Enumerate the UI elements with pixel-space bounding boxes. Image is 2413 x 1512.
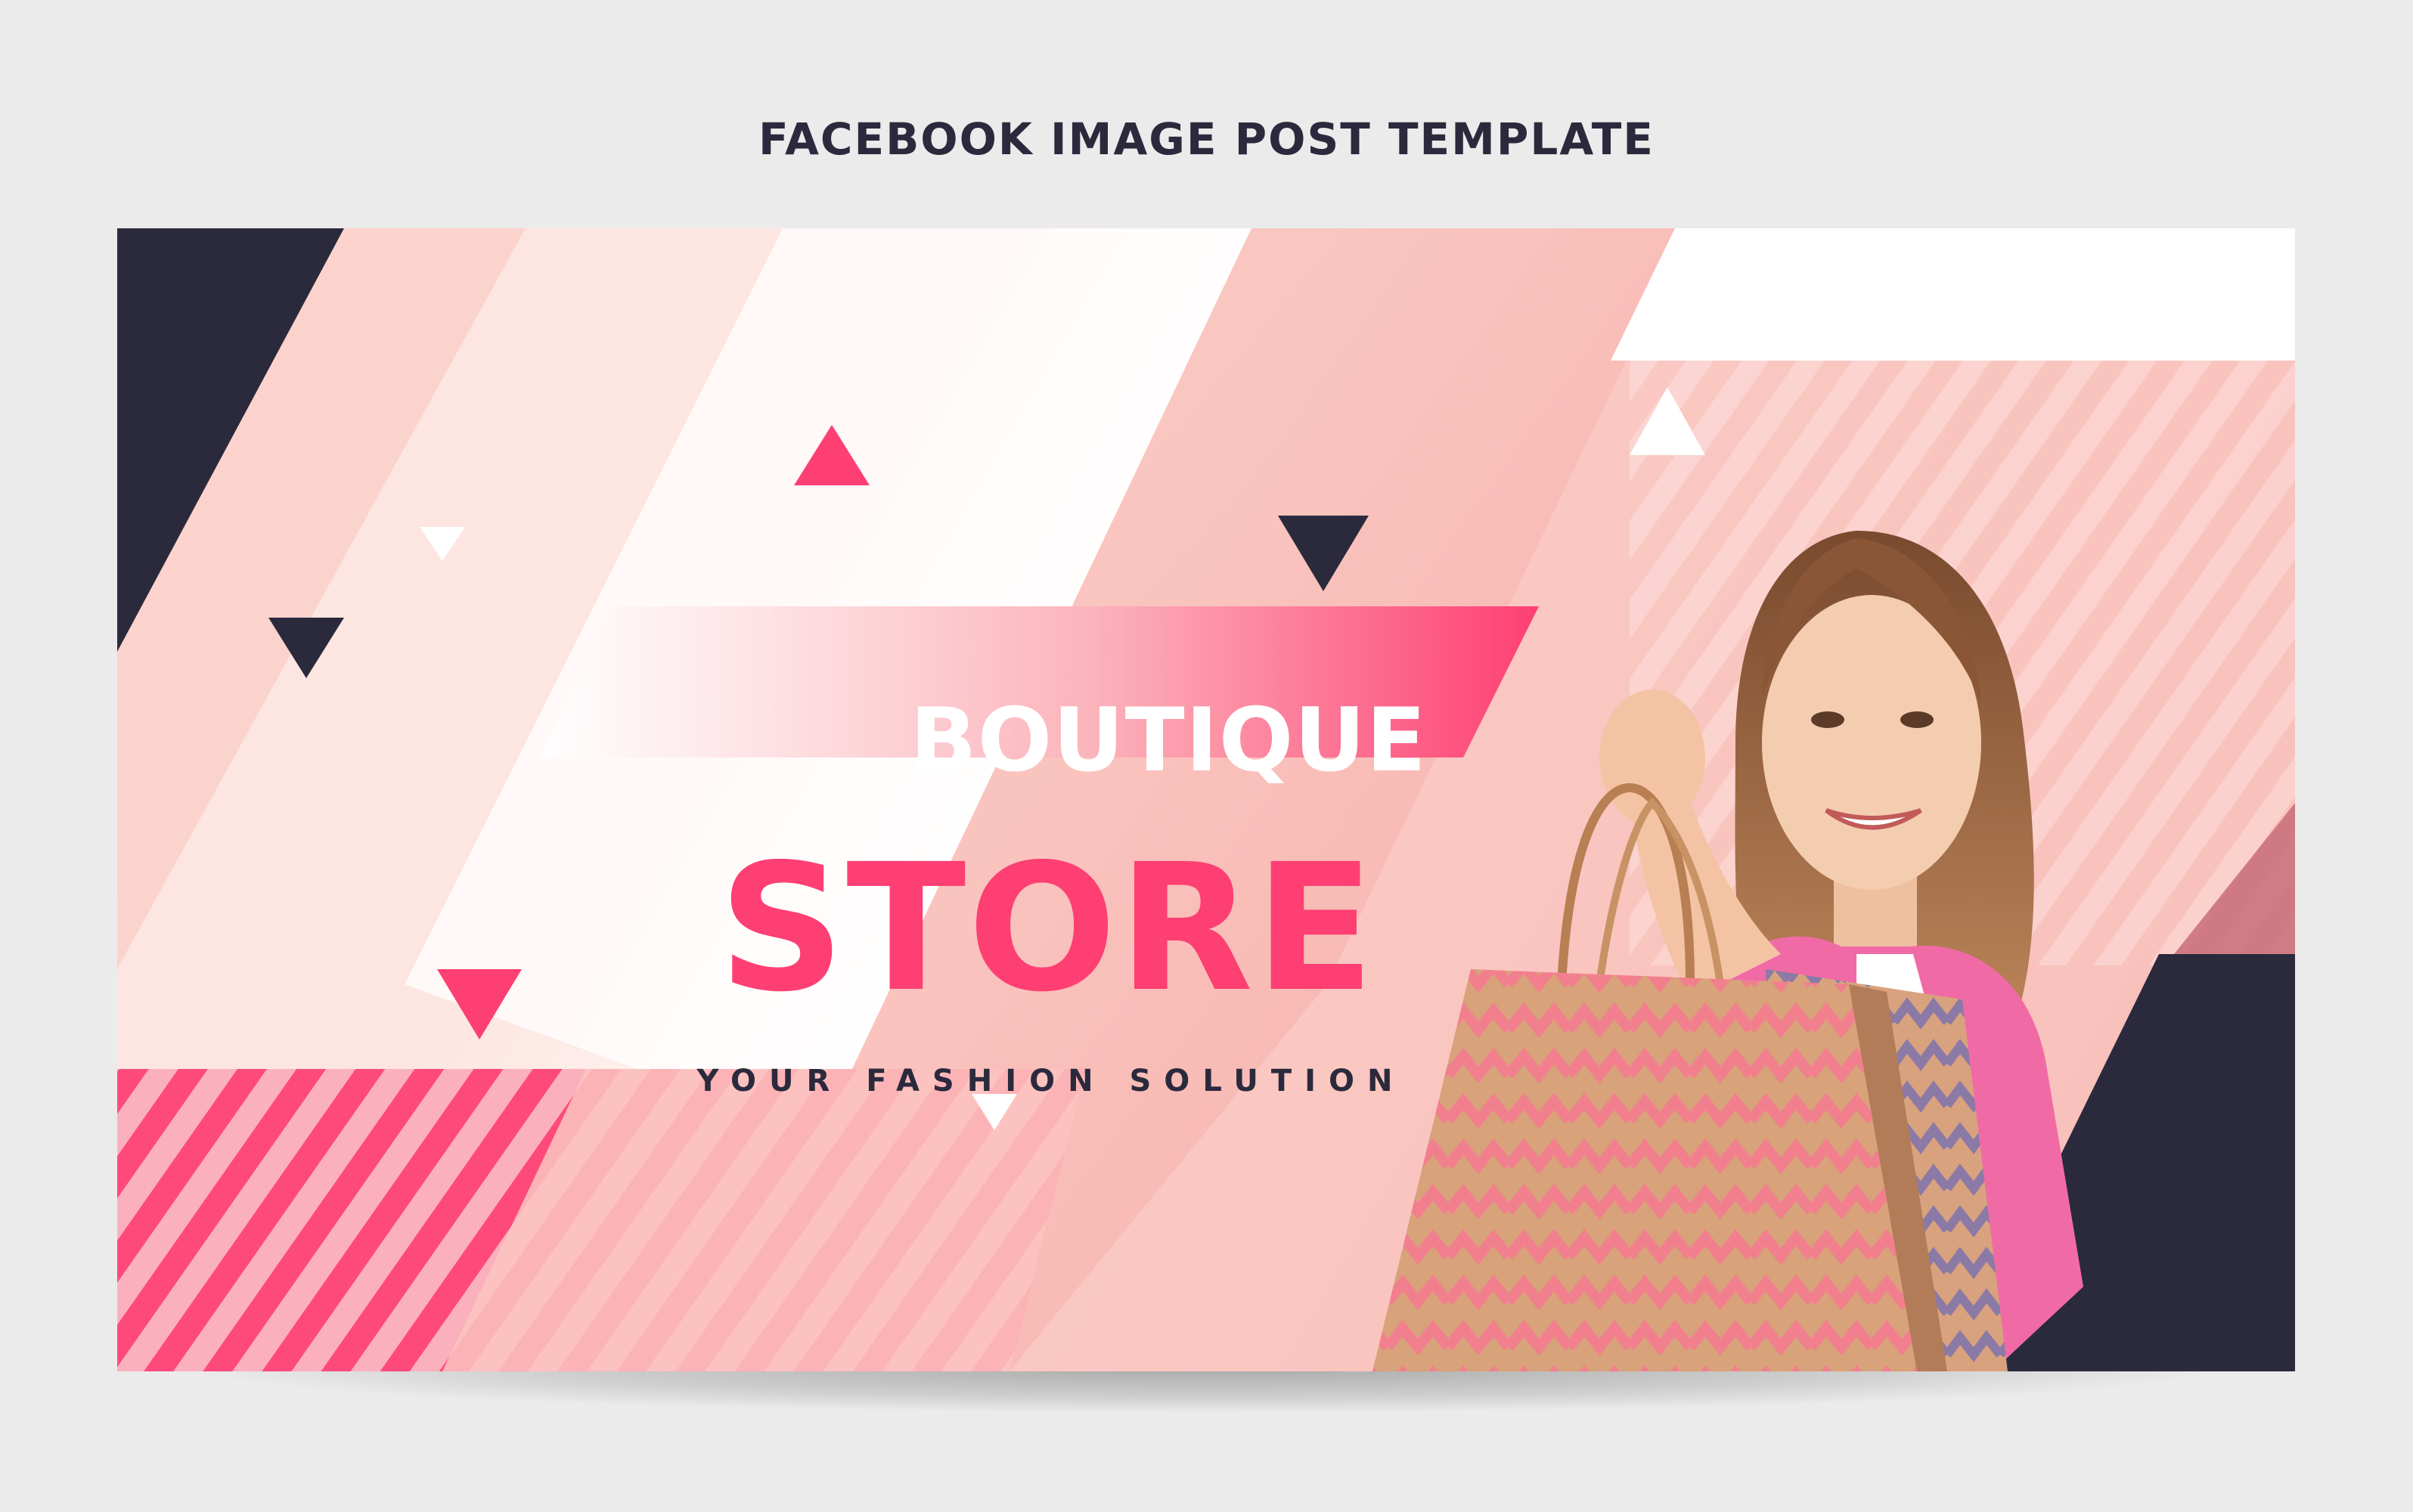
post-banner: BOUTIQUE STORE YOUR FASHION SOLUTION — [117, 228, 2295, 1371]
tagline: YOUR FASHION SOLUTION — [696, 1064, 1406, 1098]
headline-store: STORE — [718, 826, 1376, 1030]
page-title: FACEBOOK IMAGE POST TEMPLATE — [758, 113, 1655, 165]
headline-boutique: BOUTIQUE — [910, 689, 1427, 792]
